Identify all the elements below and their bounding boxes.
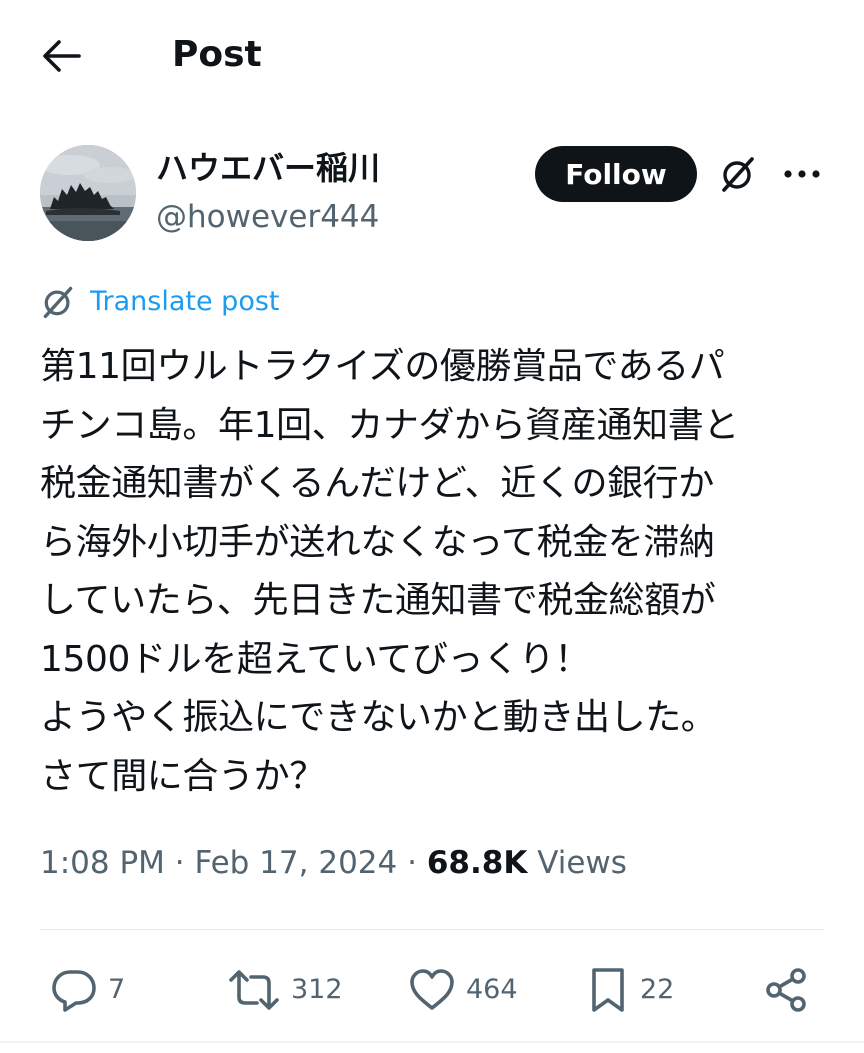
island-landscape-avatar: [40, 145, 136, 241]
post-text-line: 税金通知書がくるんだけど、近くの銀行か: [40, 463, 714, 504]
reply-count: 7: [108, 974, 126, 1005]
divider: [40, 929, 824, 930]
avatar[interactable]: [40, 145, 136, 241]
author-handle[interactable]: @however444: [156, 195, 379, 239]
share-button[interactable]: [762, 963, 810, 1017]
bookmark-icon: [592, 968, 624, 1012]
post-body: 第11回ウルトラクイズの優勝賞品であるパ チンコ島。年1回、カナダから資産通知書…: [40, 338, 830, 806]
like-count: 464: [466, 974, 518, 1005]
share-icon: [766, 968, 806, 1012]
translate-post-link[interactable]: Translate post: [40, 280, 280, 324]
post-meta: 1:08 PM · Feb 17, 2024 · 68.8K Views: [40, 840, 627, 886]
page-title: Post: [172, 34, 262, 75]
follow-button[interactable]: Follow: [535, 146, 697, 202]
post-text-line: ようやく振込にできないかと動き出した。: [40, 697, 717, 738]
post-timestamp[interactable]: 1:08 PM · Feb 17, 2024 ·: [40, 845, 427, 881]
post-text-line: 第11回ウルトラクイズの優勝賞品であるパ: [40, 346, 725, 387]
arrow-left-icon: [43, 40, 81, 72]
post-text-line: していたら、先日きた通知書で税金総額が: [40, 580, 716, 621]
back-button[interactable]: [40, 36, 82, 76]
post-text-line: 1500ドルを超えていてびっくり！: [40, 638, 590, 680]
grok-button[interactable]: [716, 152, 760, 196]
grok-icon: [722, 157, 754, 192]
bookmark-button[interactable]: 22: [588, 963, 674, 1017]
reply-button[interactable]: 7: [50, 963, 125, 1017]
grok-icon: [43, 286, 73, 319]
reply-icon: [52, 970, 96, 1012]
post-text-line: さて間に合うか？: [40, 755, 325, 797]
repost-icon: [229, 970, 279, 1010]
views-count: 68.8K: [426, 845, 528, 881]
engagement-bar: 7 312 464 22: [0, 955, 864, 1025]
post-text-line: チンコ島。年1回、カナダから資産通知書と: [40, 404, 739, 446]
like-button[interactable]: 464: [408, 963, 518, 1017]
like-icon: [410, 969, 454, 1010]
views-label: Views: [527, 845, 627, 881]
bookmark-count: 22: [640, 974, 675, 1005]
translate-post-label: Translate post: [90, 286, 280, 317]
repost-count: 312: [291, 974, 343, 1005]
repost-button[interactable]: 312: [227, 963, 343, 1017]
post-text-line: ら海外小切手が送れなくなって税金を滞納: [40, 521, 715, 563]
more-horizontal-icon: [784, 170, 820, 178]
author-display-name[interactable]: ハウエバー稲川: [156, 146, 380, 190]
divider: [0, 1041, 864, 1043]
top-bar: Post: [0, 0, 864, 110]
more-button[interactable]: [782, 152, 822, 196]
